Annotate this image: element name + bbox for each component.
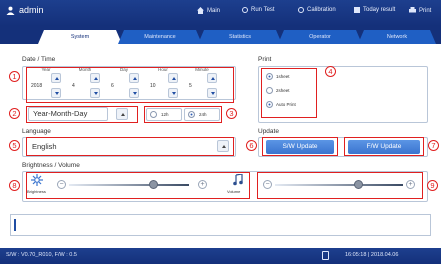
brightness-minus-button[interactable]: − xyxy=(57,180,66,189)
volume-caption: Volume xyxy=(227,189,241,194)
callout-9: 9 xyxy=(427,180,438,191)
user-area: admin xyxy=(6,5,44,15)
callout-1: 1 xyxy=(9,71,20,82)
hour24-label: 24h xyxy=(199,112,207,117)
volume-plus-button[interactable]: + xyxy=(406,180,415,189)
tab-maintenance[interactable]: Maintenance xyxy=(118,30,202,44)
language-label: Language xyxy=(22,128,51,135)
hour-value: 10 xyxy=(150,83,156,89)
sw-update-button[interactable]: S/W Update xyxy=(266,140,334,154)
menu-today-result[interactable]: Today result xyxy=(354,7,395,13)
hour-up-button[interactable] xyxy=(168,73,178,83)
day-up-button[interactable] xyxy=(129,73,139,83)
datetime-label: Date / Time xyxy=(22,56,56,63)
tab-system[interactable]: System xyxy=(38,30,122,44)
month-down-button[interactable] xyxy=(90,88,100,98)
print-1sheet-label: 1sheet xyxy=(276,74,290,79)
tab-operator[interactable]: Operator xyxy=(278,30,362,44)
tab-statistics[interactable]: Statistics xyxy=(198,30,282,44)
day-down-button[interactable] xyxy=(129,88,139,98)
print-2sheet-radio[interactable] xyxy=(266,87,273,94)
callout-3: 3 xyxy=(226,108,237,119)
timestamp-text: 16:05:18 | 2018.04.06 xyxy=(345,252,399,258)
day-value: 6 xyxy=(111,83,114,89)
result-icon xyxy=(354,7,360,13)
col-month-head: Month xyxy=(78,67,92,72)
status-bar: S/W : V0.70_R010, F/W : 0.5 16:05:18 | 2… xyxy=(0,248,441,264)
year-down-button[interactable] xyxy=(51,88,61,98)
volume-minus-button[interactable]: − xyxy=(263,180,272,189)
home-icon xyxy=(197,7,204,14)
language-dropdown-button[interactable] xyxy=(217,140,229,152)
fw-update-button[interactable]: F/W Update xyxy=(348,140,420,154)
message-input[interactable] xyxy=(10,214,431,236)
callout-5: 5 xyxy=(9,140,20,151)
brightness-icon xyxy=(31,174,43,186)
language-value[interactable]: English xyxy=(32,142,57,151)
month-up-button[interactable] xyxy=(90,73,100,83)
run-icon xyxy=(242,7,248,13)
callout-8: 8 xyxy=(9,180,20,191)
callout-6: 6 xyxy=(246,140,257,151)
col-year-head: Year xyxy=(41,67,51,72)
brightness-slider-track[interactable] xyxy=(69,184,189,186)
hour24-radio[interactable] xyxy=(188,111,195,118)
tab-network[interactable]: Network xyxy=(358,30,436,44)
menu-run-test[interactable]: Run Test xyxy=(242,7,275,13)
tab-strip: System Maintenance Statistics Operator N… xyxy=(0,26,441,44)
col-minute-head: Minute xyxy=(195,67,209,72)
callout-box-5 xyxy=(26,137,234,156)
brightness-caption: Brightness xyxy=(27,189,46,194)
date-format-value: Year-Month-Day xyxy=(33,109,88,118)
col-hour-head: Hour xyxy=(158,67,168,72)
person-icon xyxy=(409,7,416,13)
print-label: Print xyxy=(258,56,272,63)
menu-print[interactable]: Print xyxy=(409,7,431,14)
minute-value: 5 xyxy=(189,83,192,89)
callout-7: 7 xyxy=(428,140,439,151)
print-auto-label: Auto Print xyxy=(276,102,296,107)
print-1sheet-radio[interactable] xyxy=(266,73,273,80)
year-up-button[interactable] xyxy=(51,73,61,83)
print-2sheet-label: 2sheet xyxy=(276,88,290,93)
col-day-head: Day xyxy=(119,67,128,72)
hour12-radio[interactable] xyxy=(150,111,157,118)
text-caret xyxy=(14,219,16,231)
date-format-dropdown-button[interactable] xyxy=(116,108,128,120)
lock-icon xyxy=(322,251,329,260)
print-auto-radio[interactable] xyxy=(266,101,273,108)
minute-down-button[interactable] xyxy=(207,88,217,98)
volume-slider-knob[interactable] xyxy=(353,180,363,189)
brightness-volume-label: Brightness / Volume xyxy=(22,162,80,169)
brightness-slider-knob[interactable] xyxy=(148,180,158,189)
hour12-label: 12h xyxy=(161,112,169,117)
volume-slider-track[interactable] xyxy=(275,184,403,186)
top-bar: admin Main Run Test Calibration Today re… xyxy=(0,0,441,26)
year-value: 2018 xyxy=(31,83,43,89)
callout-4: 4 xyxy=(325,66,336,77)
volume-icon xyxy=(233,174,243,186)
callout-2: 2 xyxy=(9,108,20,119)
month-value: 4 xyxy=(72,83,75,89)
menu-calibration[interactable]: Calibration xyxy=(298,7,336,13)
menu-main[interactable]: Main xyxy=(197,7,220,14)
hour-down-button[interactable] xyxy=(168,88,178,98)
brightness-plus-button[interactable]: + xyxy=(198,180,207,189)
calibration-icon xyxy=(298,7,304,13)
minute-up-button[interactable] xyxy=(207,73,217,83)
system-panel: Date / Time Year Month Day Hour Minute 2… xyxy=(0,44,441,214)
update-label: Update xyxy=(258,128,279,135)
user-icon xyxy=(6,6,15,15)
username: admin xyxy=(19,5,44,15)
version-text: S/W : V0.70_R010, F/W : 0.5 xyxy=(6,252,77,258)
